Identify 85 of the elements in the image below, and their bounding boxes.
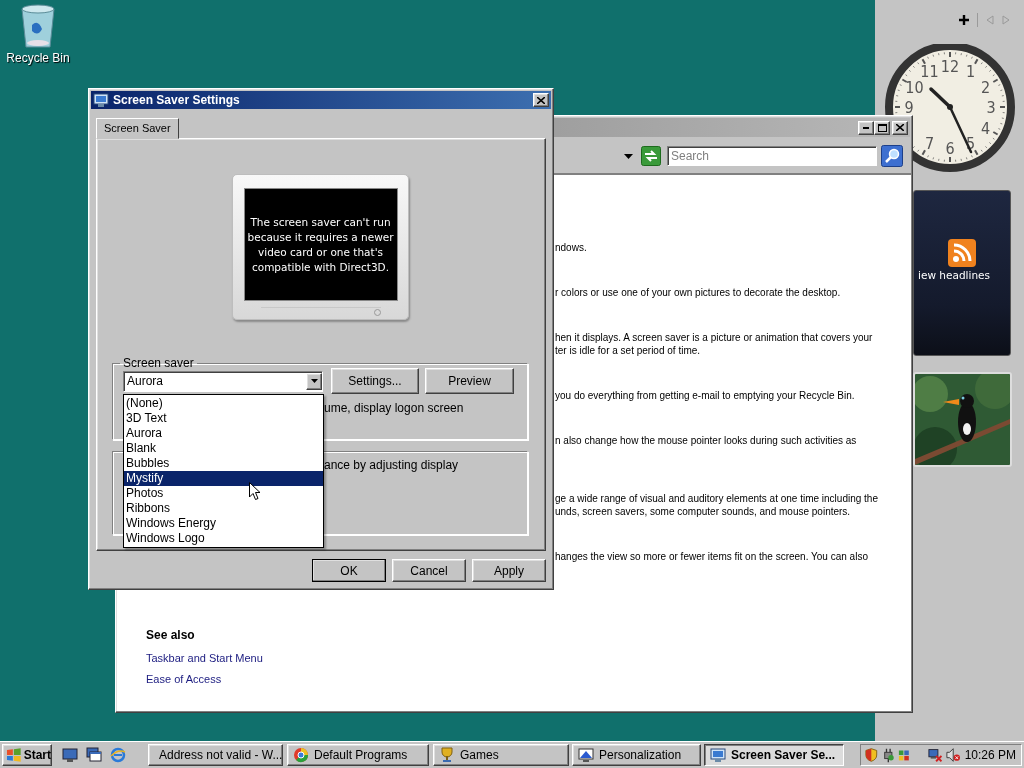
rss-icon [948, 239, 976, 267]
maximize-button[interactable] [874, 120, 890, 135]
stacked-windows-icon[interactable] [86, 747, 102, 763]
taskbar-button[interactable]: Screen Saver Se... [704, 744, 844, 766]
dropdown-option[interactable]: Aurora [124, 426, 323, 441]
dropdown-option[interactable]: (None) [124, 396, 323, 411]
clock-numeral: 1 [965, 62, 976, 82]
speaker-mute-icon [946, 747, 961, 763]
caret-icon[interactable] [624, 153, 633, 159]
taskbar-button[interactable]: Address not valid - W... [148, 744, 283, 766]
dialog-button[interactable]: Preview [425, 368, 514, 394]
dropdown-option[interactable]: Photos [124, 486, 323, 501]
dialog-button[interactable]: Cancel [392, 559, 466, 582]
description-text: ge a wide range of visual and auditory elements at one time including the [555, 493, 878, 504]
see-also-link[interactable]: Ease of Access [146, 673, 222, 685]
dropdown-option[interactable]: 3D Text [124, 411, 323, 426]
description-text: you do everything from getting e-mail to emptying your Recycle Bin. [555, 390, 855, 401]
search-icon[interactable] [881, 145, 903, 167]
refresh-icon[interactable] [641, 146, 661, 166]
clock-numeral: 12 [940, 57, 960, 76]
dialog-button[interactable]: Settings... [331, 368, 419, 394]
dropdown-option[interactable]: Ribbons [124, 501, 323, 516]
description-text: hen it displays. A screen saver is a picture or animation that covers your [555, 332, 873, 343]
monitor-icon[interactable] [62, 747, 78, 763]
hour-hand [929, 87, 952, 109]
description-text: hanges the view so more or fewer items fit on the screen. You can also [555, 551, 868, 562]
maximize-icon [877, 123, 887, 132]
dropdown-option[interactable]: Mystify [124, 471, 323, 486]
description-text: ter is idle for a set period of time. [555, 345, 701, 356]
minimize-icon [863, 126, 869, 129]
close-icon [896, 124, 904, 131]
taskbar-button[interactable]: Personalization [572, 744, 701, 766]
close-icon [537, 96, 545, 104]
clock-numeral: 2 [980, 77, 991, 97]
minimize-button[interactable] [858, 120, 874, 135]
clock-numeral: 4 [980, 118, 991, 138]
clock-time: 10:26 PM [964, 748, 1016, 762]
close-button[interactable] [533, 93, 549, 107]
taskbar-button[interactable]: Games [433, 744, 569, 766]
description-text: unds, screen savers, some computer sounds, and mouse pointers. [555, 506, 851, 517]
see-also-heading: See also [146, 628, 195, 642]
description-text: ance by adjusting display [324, 458, 460, 472]
plug-icon [881, 747, 895, 763]
preview-message: The screen saver can't run because it requires a newer video card or one that's compatible with Direct3D. [247, 214, 394, 275]
clock-numeral: 5 [965, 133, 976, 153]
description-text: n also change how the mouse pointer looks during such activities as [555, 435, 857, 446]
tab[interactable]: Screen Saver [96, 118, 179, 139]
clock-numeral: 6 [945, 139, 955, 158]
trophy-icon [439, 747, 455, 763]
search-field[interactable]: Search [667, 146, 877, 166]
feed-label: iew headlines [918, 269, 990, 281]
monitor-icon [578, 747, 594, 763]
dropdown-option[interactable]: Windows Energy [124, 516, 323, 531]
dropdown-option[interactable]: Blank [124, 441, 323, 456]
screen-saver-combobox[interactable]: Aurora [123, 370, 323, 392]
dropdown-button[interactable] [306, 372, 322, 390]
pinwheel-icon [293, 747, 309, 763]
pointer-icon [249, 482, 261, 501]
close-button[interactable] [892, 120, 908, 135]
dialog-button[interactable]: Apply [472, 559, 546, 582]
window-title: Screen Saver Settings [113, 93, 241, 107]
description-text: ndows. [555, 242, 587, 253]
monitor-icon [710, 747, 726, 763]
dropdown-option[interactable]: Windows Logo [124, 531, 323, 546]
taskbar-button[interactable]: Default Programs [287, 744, 429, 766]
trash-bin-icon [19, 3, 57, 49]
caret-icon [310, 379, 318, 383]
shield-icon [865, 747, 878, 763]
description-text: r colors or use one of your own pictures to decorate the desktop. [555, 287, 841, 298]
group-label: Screen saver [122, 356, 195, 370]
clock-numeral: 7 [924, 133, 935, 153]
icon-label: Recycle Bin [6, 51, 70, 65]
clock-numeral: 9 [904, 98, 914, 117]
network-error-icon [927, 747, 943, 763]
see-also-link[interactable]: Taskbar and Start Menu [146, 652, 263, 664]
start-button[interactable]: Start [2, 744, 52, 766]
dialog-button[interactable]: OK [312, 559, 386, 582]
option-label: ume, display logon screen [324, 401, 465, 415]
add-icon[interactable] [959, 15, 969, 25]
feed-gadget[interactable]: iew headlines [913, 190, 1011, 356]
grid-icon [898, 747, 911, 763]
windows-logo-icon [6, 748, 22, 762]
dropdown-option[interactable]: Bubbles [124, 456, 323, 471]
monitor-icon [93, 92, 109, 108]
clock-numeral: 3 [986, 98, 996, 117]
